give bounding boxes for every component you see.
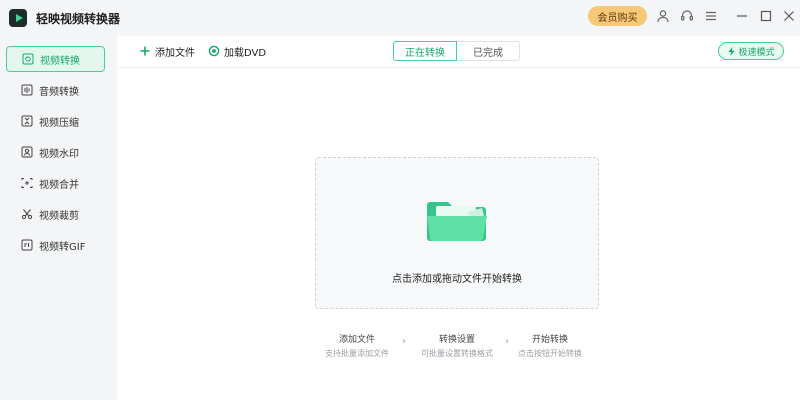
maximize-icon[interactable] — [757, 7, 775, 25]
sidebar-item-video-watermark[interactable]: 视频水印 — [6, 139, 105, 165]
step-start-convert: 开始转换 点击按钮开始转换 — [490, 332, 610, 359]
turbo-mode-button[interactable]: 极速模式 — [718, 42, 784, 60]
user-icon[interactable] — [654, 7, 672, 25]
load-dvd-button[interactable]: 加载DVD — [208, 43, 266, 59]
tab-completed[interactable]: 已完成 — [457, 41, 520, 61]
menu-icon[interactable] — [702, 7, 720, 25]
video-compress-icon — [20, 114, 34, 128]
plus-icon — [139, 45, 151, 57]
file-drop-zone[interactable]: 点击添加或拖动文件开始转换 — [315, 157, 599, 309]
drop-zone-text: 点击添加或拖动文件开始转换 — [392, 274, 522, 285]
sidebar-item-label: 视频转GIF — [39, 241, 86, 253]
lightning-icon — [727, 46, 736, 56]
sidebar-item-video-compress[interactable]: 视频压缩 — [6, 108, 105, 134]
sidebar-item-video-cut[interactable]: 视频裁剪 — [6, 201, 105, 227]
dvd-icon — [208, 45, 220, 57]
vip-purchase-button[interactable]: 会员购买 — [588, 6, 647, 26]
conversion-tabs: 正在转换 已完成 — [393, 41, 520, 61]
step-title: 开始转换 — [531, 335, 568, 345]
sidebar-item-label: 音频转换 — [39, 86, 79, 98]
sidebar-item-label: 视频压缩 — [39, 117, 79, 129]
folder-icon — [424, 192, 490, 246]
app-title: 轻映视频转换器 — [36, 12, 121, 26]
minimize-icon[interactable] — [733, 7, 751, 25]
video-cut-icon — [20, 207, 34, 221]
close-icon[interactable] — [780, 7, 798, 25]
tab-converting[interactable]: 正在转换 — [393, 41, 457, 61]
add-file-button[interactable]: 添加文件 — [139, 43, 195, 59]
add-file-label: 添加文件 — [155, 47, 195, 59]
sidebar-item-label: 视频水印 — [39, 148, 79, 160]
step-description: 点击按钮开始转换 — [518, 349, 582, 358]
sidebar-item-video-convert[interactable]: 视频转换 — [6, 46, 105, 72]
sidebar-item-label: 视频裁剪 — [39, 210, 79, 222]
headset-icon[interactable] — [678, 7, 696, 25]
turbo-mode-label: 极速模式 — [738, 47, 775, 58]
app-logo-icon — [9, 9, 27, 27]
load-dvd-label: 加载DVD — [224, 47, 267, 59]
sidebar-item-video-merge[interactable]: 视频合并 — [6, 170, 105, 196]
audio-convert-icon — [20, 83, 34, 97]
sidebar: 视频转换 音频转换 视频压缩 视频水印 视频合并 视频裁剪 视频转GIF — [0, 36, 117, 400]
sidebar-item-label: 视频转换 — [40, 55, 80, 67]
sidebar-item-video-gif[interactable]: 视频转GIF — [6, 232, 105, 258]
toolbar: 添加文件 加载DVD 正在转换 已完成 极速模式 — [117, 36, 800, 68]
video-watermark-icon — [20, 145, 34, 159]
video-merge-icon — [20, 176, 34, 190]
video-convert-icon — [21, 52, 35, 66]
main-panel: 添加文件 加载DVD 正在转换 已完成 极速模式 点击添加或拖动文件开始转换 添… — [117, 36, 800, 400]
title-bar: 轻映视频转换器 会员购买 — [0, 0, 800, 36]
sidebar-item-label: 视频合并 — [39, 179, 79, 191]
video-gif-icon — [20, 238, 34, 252]
sidebar-item-audio-convert[interactable]: 音频转换 — [6, 77, 105, 103]
